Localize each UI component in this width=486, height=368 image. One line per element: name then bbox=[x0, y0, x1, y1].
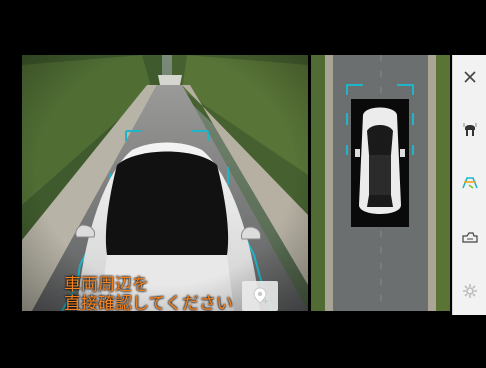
check-surroundings-message: 車両周辺を 直接確認してください bbox=[64, 276, 233, 314]
front-camera-button[interactable] bbox=[453, 109, 486, 149]
close-icon bbox=[464, 71, 476, 83]
settings-button[interactable] bbox=[453, 271, 486, 311]
location-pin-icon bbox=[253, 287, 268, 304]
close-button[interactable] bbox=[453, 57, 486, 97]
front-camera-icon bbox=[463, 123, 477, 136]
camera-switch-button[interactable] bbox=[453, 217, 486, 257]
camera-display: 車両周辺を 直接確認してください bbox=[0, 0, 486, 368]
front-camera-view bbox=[22, 55, 308, 311]
settings-icon bbox=[463, 284, 477, 298]
message-line-1: 車両周辺を bbox=[64, 275, 149, 295]
message-line-2: 直接確認してください bbox=[64, 294, 233, 314]
top-down-view bbox=[311, 55, 450, 311]
location-button[interactable] bbox=[242, 281, 278, 311]
guide-lines-button[interactable] bbox=[453, 163, 486, 203]
side-toolbar bbox=[452, 55, 486, 315]
camera-switch-icon bbox=[462, 232, 478, 243]
guide-lines-icon bbox=[462, 177, 478, 189]
